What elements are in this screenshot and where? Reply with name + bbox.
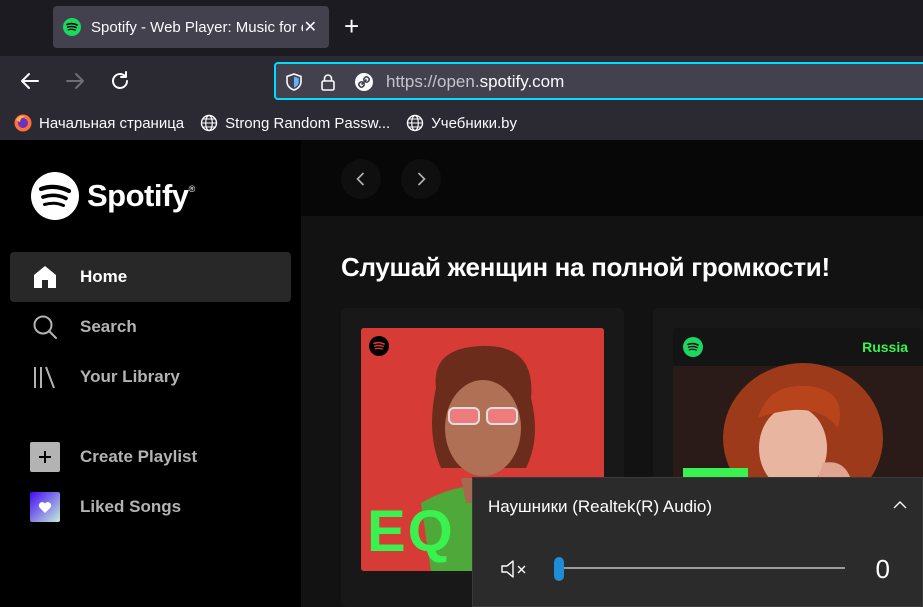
- url-prefix: https://open.: [386, 72, 480, 91]
- spotify-logo[interactable]: Spotify®: [31, 172, 195, 220]
- plus-icon: [30, 442, 60, 472]
- new-tab-button[interactable]: +: [344, 12, 359, 40]
- reload-icon[interactable]: [108, 69, 132, 93]
- volume-slider-thumb[interactable]: [554, 557, 564, 581]
- browser-tab[interactable]: Spotify - Web Player: Music for everyone…: [53, 6, 329, 48]
- site-permissions-icon[interactable]: [354, 72, 374, 92]
- address-bar[interactable]: https://open.spotify.com: [274, 62, 923, 100]
- url-text[interactable]: https://open.spotify.com: [386, 72, 564, 92]
- spotify-logo-icon: [31, 172, 79, 220]
- sidebar-item-home[interactable]: Home: [10, 252, 291, 302]
- sidebar-item-search[interactable]: Search: [10, 302, 291, 352]
- sidebar-item-label: Your Library: [80, 367, 180, 386]
- liked-songs-button[interactable]: Liked Songs: [10, 482, 291, 532]
- spotify-favicon-icon: [63, 18, 81, 36]
- liked-songs-label: Liked Songs: [80, 497, 182, 516]
- chevron-up-icon[interactable]: [892, 497, 908, 513]
- navigation-toolbar: https://open.spotify.com: [0, 56, 923, 106]
- bookmark-uchebniki[interactable]: Учебники.by: [406, 114, 517, 132]
- sidebar-item-label: Home: [80, 267, 128, 286]
- registered-mark: ®: [188, 184, 196, 194]
- lock-icon[interactable]: [318, 72, 338, 92]
- cover-text: EQ: [367, 499, 455, 564]
- spotify-wordmark: Spotify®: [87, 178, 195, 214]
- chevron-left-icon: [356, 172, 365, 186]
- volume-value: 0: [875, 554, 890, 584]
- section-title[interactable]: Слушай женщин на полной громкости!: [341, 252, 830, 283]
- bookmark-label: Strong Random Passw...: [225, 114, 391, 132]
- sidebar-item-library[interactable]: Your Library: [10, 352, 291, 402]
- url-domain: spotify.com: [479, 72, 565, 91]
- bookmarks-toolbar: Начальная страница Strong Random Passw..…: [0, 106, 923, 140]
- audio-device-name[interactable]: Наушники (Realtek(R) Audio): [488, 497, 712, 517]
- firefox-icon: [14, 114, 32, 132]
- bookmark-label: Начальная страница: [39, 114, 185, 132]
- bookmark-strong-random-password[interactable]: Strong Random Passw...: [200, 114, 390, 132]
- create-playlist-button[interactable]: Create Playlist: [10, 432, 291, 482]
- spotify-badge-icon: [683, 337, 703, 357]
- sidebar-item-label: Search: [80, 317, 137, 336]
- cover-country-badge: Russia: [862, 339, 908, 355]
- globe-icon: [407, 114, 424, 132]
- sidebar: Spotify® Home Search Your Library Create…: [0, 140, 301, 607]
- brand-name: Spotify: [87, 178, 189, 213]
- library-icon: [30, 362, 60, 392]
- home-icon: [30, 262, 60, 292]
- spotify-badge-icon: [369, 336, 389, 356]
- chevron-right-icon: [417, 172, 426, 186]
- heart-icon: [30, 492, 60, 522]
- back-arrow-icon[interactable]: [18, 69, 42, 93]
- volume-flyout: Наушники (Realtek(R) Audio) 0: [472, 477, 923, 607]
- close-tab-icon[interactable]: ✕: [304, 17, 317, 37]
- bookmark-home-page[interactable]: Начальная страница: [14, 114, 184, 132]
- speaker-muted-icon[interactable]: [500, 558, 530, 580]
- go-forward-button[interactable]: [401, 159, 441, 199]
- globe-icon: [200, 114, 218, 132]
- go-back-button[interactable]: [341, 159, 381, 199]
- forward-arrow-icon[interactable]: [63, 69, 87, 93]
- tracking-shield-icon[interactable]: [284, 72, 304, 92]
- create-playlist-label: Create Playlist: [80, 447, 198, 466]
- tab-strip: Spotify - Web Player: Music for everyone…: [0, 0, 923, 56]
- tab-title: Spotify - Web Player: Music for everyone: [91, 18, 303, 36]
- volume-slider-track[interactable]: [558, 567, 845, 569]
- bookmark-label: Учебники.by: [431, 114, 517, 132]
- search-icon: [30, 312, 60, 342]
- top-bar: [301, 140, 923, 216]
